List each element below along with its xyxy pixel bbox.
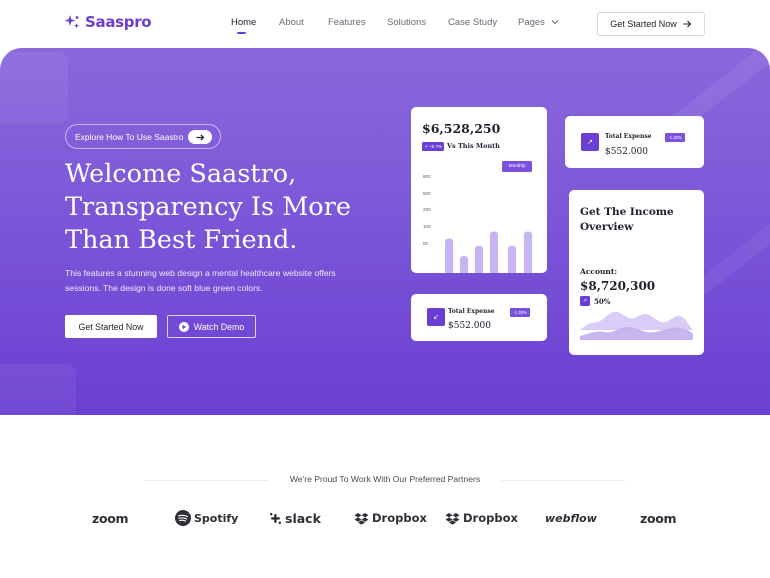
watch-demo-label: Watch Demo [193, 321, 245, 332]
chart-bar [475, 245, 483, 273]
chart-bar [524, 231, 532, 273]
sparkle-icon [64, 14, 80, 30]
partner-name: zoom [640, 510, 677, 526]
nav-item-pages-label: Pages [518, 17, 545, 28]
partner-logo-zoom: zoom [92, 509, 129, 527]
total-expense-card: ↗ Total Expense $552.000 -1.30% [565, 116, 704, 168]
y-tick-label: 250 [423, 207, 431, 212]
income-overview-card: Get The Income Overview Account: $8,720,… [569, 190, 704, 355]
nav-item-solutions[interactable]: Solutions [387, 17, 426, 28]
total-expense-label: Total Expense [605, 133, 652, 140]
partner-name: Dropbox [463, 511, 518, 525]
income-area-chart [580, 311, 693, 340]
explore-link[interactable]: Explore How To Use Saastro [65, 124, 221, 149]
hero-decoration [0, 364, 76, 415]
nav-item-home[interactable]: Home [231, 17, 256, 28]
nav-item-case-study[interactable]: Case Study [448, 17, 497, 28]
hero-decoration [0, 52, 68, 124]
get-started-button[interactable]: Get Started Now [65, 315, 157, 338]
nav-cta-label: Get Started Now [610, 19, 677, 29]
partner-name: slack [285, 510, 321, 526]
hero-title-line: Than Best Friend. [65, 225, 298, 255]
total-expense-card: ↙ Total Expense $552.000 -1.30% [411, 294, 547, 341]
chart-bar [460, 255, 468, 273]
partner-name: Spotify [194, 511, 239, 525]
nav-get-started-button[interactable]: Get Started Now [597, 12, 705, 36]
play-icon [178, 321, 189, 332]
partner-logo-dropbox: Dropbox [445, 509, 518, 527]
bar-chart: 80050025010000JanFebMarAprMayJun [423, 174, 532, 273]
partner-logo-dropbox: Dropbox [354, 509, 427, 527]
expense-change-badge: -1.30% [510, 308, 530, 317]
total-expense-value: $552.000 [605, 147, 648, 157]
partner-name: Dropbox [372, 511, 427, 525]
top-navigation: Saaspro Home About Features Solutions Ca… [0, 0, 770, 48]
partner-name: zoom [92, 510, 129, 526]
brand-logo[interactable]: Saaspro [64, 13, 152, 31]
y-tick-label: 500 [423, 191, 431, 196]
y-tick-label: 800 [423, 174, 431, 179]
explore-label: Explore How To Use Saastro [75, 131, 184, 142]
nav-item-pages[interactable]: Pages [518, 17, 559, 28]
chart-bar [445, 238, 453, 273]
partner-name: webflow [545, 511, 597, 525]
down-arrow-icon: ↙ [427, 308, 445, 326]
partner-logo-spotify: Spotify [175, 509, 238, 527]
slack-icon [270, 512, 281, 524]
hero-section: Explore How To Use Saastro Welcome Saast… [0, 48, 770, 415]
explore-arrow-button[interactable] [188, 130, 212, 144]
arrow-right-icon [683, 20, 692, 28]
spotify-icon [175, 510, 191, 526]
total-expense-label: Total Expense [448, 308, 495, 315]
partner-logo-webflow: webflow [545, 509, 597, 527]
y-tick-label: 00 [423, 241, 429, 246]
revenue-chart-card: $6,528,250 ↗ +5.7% Vs This Month Monthly… [411, 107, 547, 273]
chevron-down-icon [551, 20, 558, 25]
nav-item-about[interactable]: About [279, 17, 304, 28]
chart-bar [508, 245, 516, 273]
expense-change-badge: -1.30% [665, 133, 685, 142]
hero-title: Welcome Saastro, Transparency Is More Th… [65, 158, 385, 257]
chart-bar [490, 231, 498, 273]
total-expense-value: $552.000 [448, 321, 491, 331]
dropbox-icon [445, 512, 460, 525]
nav-item-features[interactable]: Features [328, 17, 366, 28]
hero-description: This features a stunning web design a me… [65, 268, 336, 293]
watch-demo-button[interactable]: Watch Demo [167, 315, 256, 338]
brand-name: Saaspro [85, 13, 152, 31]
active-nav-indicator [237, 32, 246, 34]
trend-arrow-icon: ↗ [581, 133, 599, 151]
partner-logo-slack: slack [269, 509, 321, 527]
partners-heading: We're Proud To Work With Our Preferred P… [289, 474, 481, 484]
partner-logo-zoom: zoom [640, 509, 677, 527]
dropbox-icon [354, 512, 369, 525]
hero-title-line: Transparency Is More [65, 192, 351, 222]
y-tick-label: 100 [423, 224, 431, 229]
arrow-right-icon [196, 133, 204, 141]
hero-title-line: Welcome Saastro, [65, 159, 297, 189]
